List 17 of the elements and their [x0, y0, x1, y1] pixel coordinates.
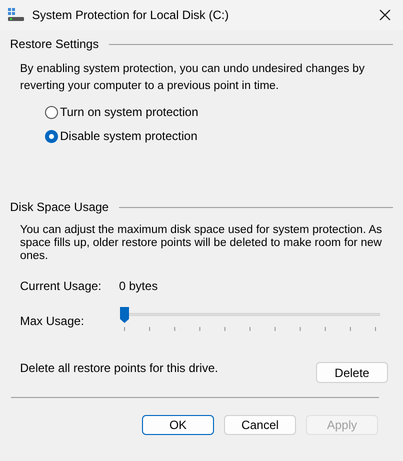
radio-button[interactable]: Turn on system protection	[45, 104, 393, 120]
delete-button[interactable]: Delete	[316, 362, 388, 383]
window-title: System Protection for Local Disk (C:)	[32, 7, 229, 24]
description-text: By enabling system protection, you can undo undesired changes by reverting your computer to a previous point in time.	[20, 62, 366, 94]
section-heading: Disk Space Usage	[10, 199, 109, 216]
drive-icon	[8, 8, 24, 22]
close-icon[interactable]	[379, 9, 391, 21]
max-usage-label: Max Usage:	[20, 313, 86, 330]
section-heading: Restore Settings	[10, 36, 99, 53]
description-text: You can adjust the maximum disk space used for system protection. As space fills up, older restore points will be deleted to make room for new ones.	[20, 224, 384, 263]
current-usage-value: 0 bytes	[119, 278, 158, 295]
dialog-button[interactable]: Cancel	[224, 415, 296, 435]
delete-description: Delete all restore points for this drive.	[20, 360, 218, 377]
radio-button[interactable]: Disable system protection	[45, 128, 393, 144]
current-usage-label: Current Usage:	[20, 278, 102, 295]
dialog-button[interactable]: OK	[142, 415, 214, 435]
slider-thumb[interactable]	[120, 307, 129, 323]
